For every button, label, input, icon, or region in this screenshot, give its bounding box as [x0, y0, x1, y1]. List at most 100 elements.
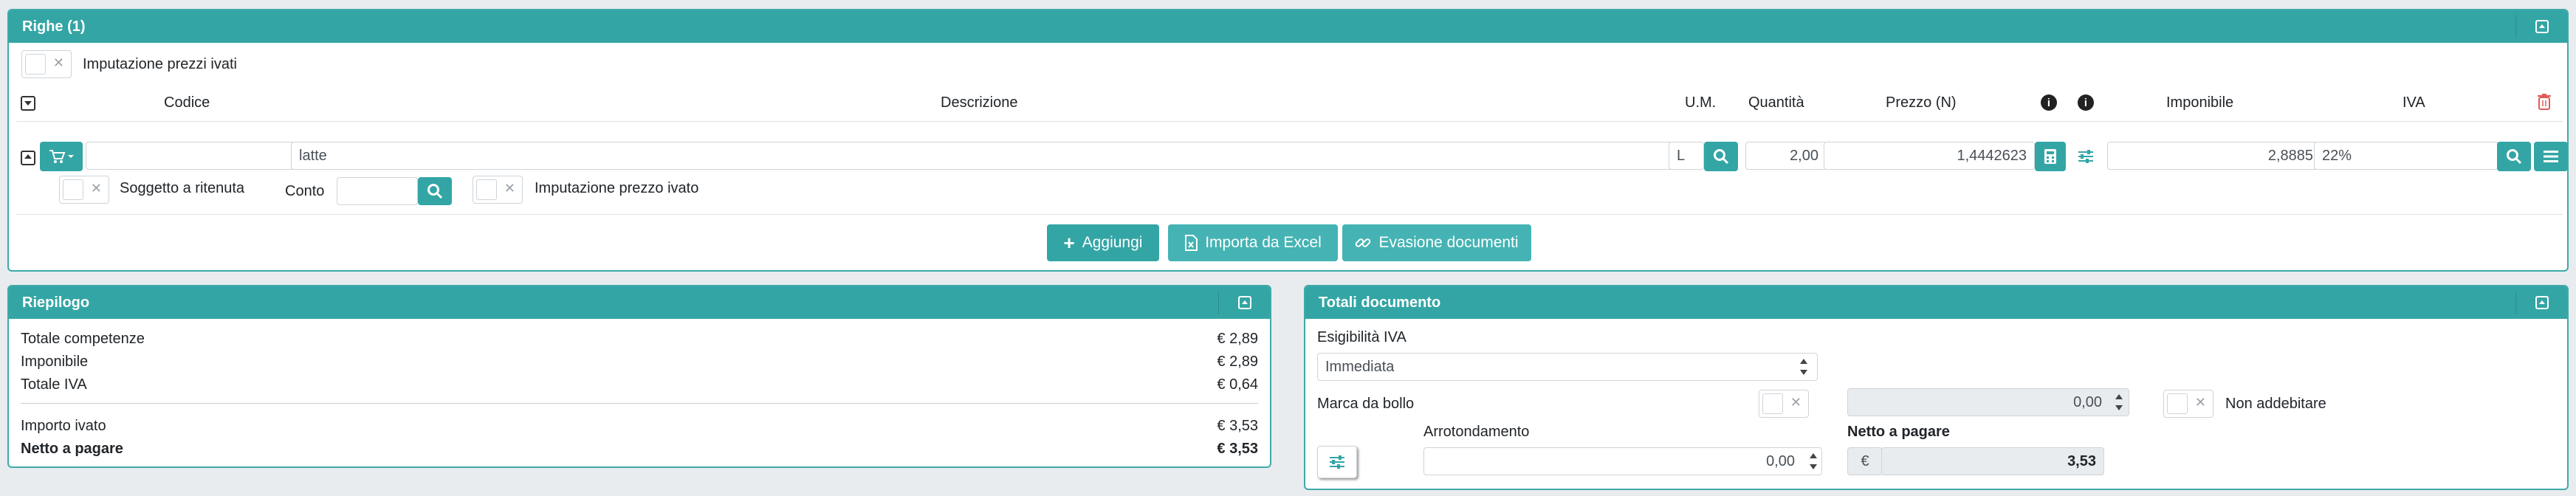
- calculator-icon: [2044, 149, 2056, 164]
- imputazione-prezzi-ivati-label: Imputazione prezzi ivati: [83, 56, 237, 72]
- toggle-knob: [25, 54, 46, 75]
- imputazione-prezzi-ivati-toggle[interactable]: ✕: [21, 50, 72, 78]
- importa-excel-button[interactable]: Importa da Excel: [1168, 224, 1338, 261]
- calculator-button[interactable]: [2035, 142, 2066, 171]
- marca-bollo-spinner-icon: [2113, 391, 2125, 413]
- esigibilita-iva-value: Immediata: [1325, 358, 1395, 375]
- conto-input[interactable]: [337, 177, 418, 205]
- header-um: U.M.: [1685, 94, 1717, 111]
- totali-collapse-button[interactable]: [2515, 291, 2567, 314]
- riepilogo-title: Riepilogo: [22, 294, 90, 311]
- menu-icon: [2544, 151, 2558, 162]
- codice-input[interactable]: [86, 142, 295, 170]
- totale-competenze-value: € 2,89: [1217, 331, 1258, 347]
- marca-bollo-value: 0,00: [2073, 393, 2102, 410]
- totali-title: Totali documento: [1319, 294, 1441, 311]
- header-descrizione: Descrizione: [941, 94, 1018, 111]
- expand-all-icon[interactable]: [21, 96, 35, 111]
- righe-collapse-button[interactable]: [2515, 15, 2567, 38]
- esigibilita-iva-label: Esigibilità IVA: [1317, 329, 1407, 345]
- select-arrows-icon: [1798, 356, 1810, 378]
- sliders-button[interactable]: [1317, 446, 1357, 478]
- riepilogo-header: Riepilogo: [9, 286, 1270, 319]
- iva-input[interactable]: 22%: [2314, 142, 2498, 170]
- arrotondamento-label: Arrotondamento: [1423, 424, 1530, 440]
- prezzo-input[interactable]: 1,4442623: [1824, 142, 2035, 170]
- soggetto-ritenuta-label: Soggetto a ritenuta: [120, 180, 245, 196]
- marca-bollo-label: Marca da bollo: [1317, 396, 1415, 412]
- toggle-knob: [2167, 393, 2188, 414]
- non-addebitare-label: Non addebitare: [2225, 396, 2326, 412]
- importo-ivato-value: € 3,53: [1217, 418, 1258, 434]
- plus-icon: +: [1063, 232, 1075, 254]
- header-iva: IVA: [2402, 94, 2425, 111]
- close-icon: ✕: [504, 181, 515, 196]
- file-excel-icon: [1185, 235, 1198, 251]
- marca-bollo-input: 0,00: [1847, 388, 2129, 416]
- info-icon[interactable]: i: [2078, 94, 2094, 111]
- link-icon: [1356, 238, 1371, 247]
- row-divider: [16, 214, 2563, 215]
- row-menu-button[interactable]: [2534, 142, 2567, 171]
- um-input[interactable]: L: [1669, 142, 1704, 170]
- riepilogo-divider: [21, 403, 1258, 404]
- trash-icon[interactable]: [2537, 93, 2552, 115]
- row-collapse-icon[interactable]: [21, 151, 35, 165]
- iva-search-button[interactable]: [2497, 142, 2531, 171]
- conto-label: Conto: [285, 183, 325, 199]
- um-search-button[interactable]: [1704, 142, 1738, 171]
- descrizione-input[interactable]: latte: [291, 142, 1676, 170]
- imponibile-value: € 2,89: [1217, 354, 1258, 370]
- soggetto-ritenuta-toggle[interactable]: ✕: [59, 176, 109, 204]
- evasione-documenti-label: Evasione documenti: [1378, 234, 1519, 251]
- importo-ivato-label: Importo ivato: [21, 418, 106, 434]
- close-icon: ✕: [90, 181, 102, 196]
- totali-documento-panel: Totali documento Esigibilità IVA Immedia…: [1304, 285, 2569, 490]
- conto-search-button[interactable]: [418, 177, 452, 205]
- toggle-knob: [476, 179, 497, 200]
- riepilogo-collapse-button[interactable]: [1218, 291, 1270, 314]
- toggle-knob: [63, 179, 83, 200]
- netto-label: Netto a pagare: [1847, 424, 1950, 440]
- righe-title: Righe (1): [22, 18, 86, 35]
- search-icon: [2507, 149, 2522, 165]
- marca-bollo-toggle[interactable]: ✕: [1759, 390, 1809, 418]
- header-codice: Codice: [164, 94, 210, 111]
- cart-dropdown-button[interactable]: [40, 142, 83, 171]
- righe-panel: Righe (1) ✕ Imputazione prezzi ivati Cod…: [7, 9, 2569, 272]
- aggiungi-label: Aggiungi: [1082, 234, 1143, 251]
- imputazione-prezzo-ivato-label: Imputazione prezzo ivato: [535, 180, 699, 196]
- toggle-knob: [1762, 393, 1783, 414]
- importa-excel-label: Importa da Excel: [1205, 234, 1322, 251]
- imponibile-label: Imponibile: [21, 354, 89, 370]
- imponibile-input[interactable]: 2,8885: [2107, 142, 2321, 170]
- close-icon: ✕: [1790, 395, 1802, 410]
- header-prezzo: Prezzo (N): [1886, 94, 1957, 111]
- info-icon[interactable]: i: [2041, 94, 2057, 111]
- header-divider: [16, 121, 2563, 122]
- totale-competenze-label: Totale competenze: [21, 331, 145, 347]
- netto-value: 3,53: [1881, 447, 2104, 475]
- cart-icon: [49, 150, 74, 163]
- search-icon: [1714, 149, 1729, 165]
- esigibilita-iva-select[interactable]: Immediata: [1317, 353, 1818, 381]
- arrotondamento-spinner-icon: [1807, 450, 1819, 472]
- close-icon: ✕: [52, 55, 64, 70]
- non-addebitare-toggle[interactable]: ✕: [2163, 390, 2213, 418]
- sliders-icon[interactable]: [2078, 149, 2094, 168]
- collapse-icon: [2535, 20, 2549, 33]
- arrotondamento-input[interactable]: 0,00: [1423, 447, 1822, 475]
- quantita-input[interactable]: 2,00: [1745, 142, 1827, 170]
- evasione-documenti-button[interactable]: Evasione documenti: [1342, 224, 1531, 261]
- collapse-icon: [1237, 296, 1251, 309]
- aggiungi-button[interactable]: + Aggiungi: [1047, 224, 1159, 261]
- arrotondamento-value: 0,00: [1766, 452, 1795, 469]
- netto-a-pagare-label: Netto a pagare: [21, 441, 123, 457]
- totale-iva-label: Totale IVA: [21, 376, 87, 393]
- imputazione-prezzo-ivato-toggle[interactable]: ✕: [473, 176, 523, 204]
- netto-currency: €: [1847, 447, 1883, 475]
- search-icon: [427, 184, 443, 199]
- header-imponibile: Imponibile: [2166, 94, 2234, 111]
- sliders-icon: [1330, 455, 1344, 469]
- collapse-icon: [2535, 296, 2549, 309]
